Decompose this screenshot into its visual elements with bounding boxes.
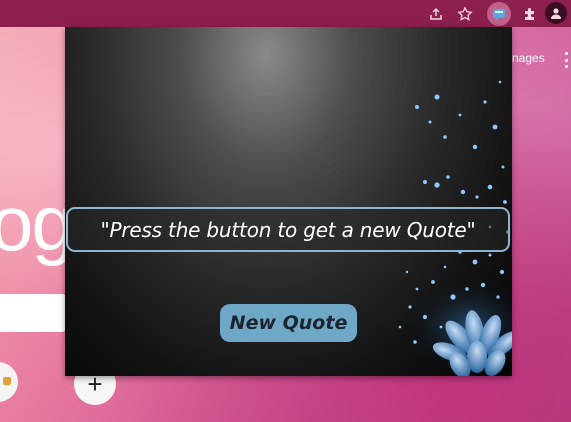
new-quote-button[interactable]: New Quote <box>220 304 357 342</box>
browser-toolbar <box>0 0 571 27</box>
google-logo-fragment: og <box>0 179 75 267</box>
shortcut-favicon-icon <box>3 377 11 385</box>
quote-extension-popup: "Press the button to get a new Quote" Ne… <box>65 27 512 376</box>
share-icon[interactable] <box>425 3 446 24</box>
star-icon[interactable] <box>454 3 475 24</box>
puzzle-icon[interactable] <box>519 3 540 24</box>
quote-display: "Press the button to get a new Quote" <box>66 207 510 252</box>
quote-extension-icon[interactable] <box>487 2 511 26</box>
profile-icon[interactable] <box>545 2 567 24</box>
search-box-fragment[interactable] <box>0 294 66 332</box>
quote-text: "Press the button to get a new Quote" <box>100 217 476 242</box>
images-link[interactable]: nages <box>512 51 545 65</box>
apps-menu-icon[interactable] <box>563 52 569 68</box>
